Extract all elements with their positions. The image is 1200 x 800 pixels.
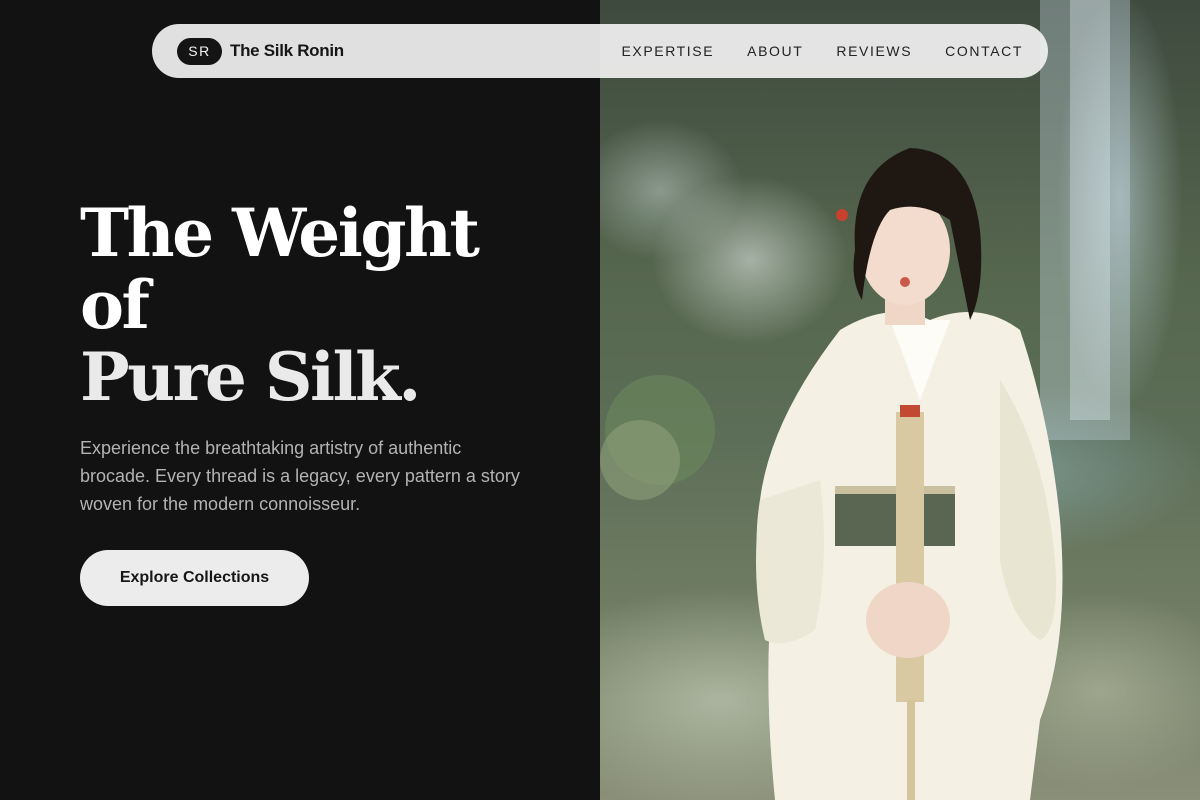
- nav-link-reviews[interactable]: REVIEWS: [836, 43, 912, 59]
- hero-headline: The Weight of Pure Silk.: [80, 197, 550, 413]
- kimono-woman-illustration: [600, 0, 1130, 800]
- top-navbar: SR The Silk Ronin EXPERTISE ABOUT REVIEW…: [152, 24, 1048, 78]
- hero-photo: [600, 0, 1200, 800]
- brand[interactable]: SR The Silk Ronin: [177, 37, 344, 65]
- headline-line: Pure Silk.: [80, 338, 421, 416]
- nav-link-expertise[interactable]: EXPERTISE: [621, 43, 714, 59]
- hero-description: Experience the breathtaking artistry of …: [80, 438, 520, 514]
- headline-line: of: [80, 266, 150, 344]
- nav-link-about[interactable]: ABOUT: [747, 43, 803, 59]
- nav-link-contact[interactable]: CONTACT: [945, 43, 1023, 59]
- brand-name: The Silk Ronin: [230, 41, 344, 60]
- headline-line: The Weight: [80, 194, 480, 272]
- nav-links: EXPERTISE ABOUT REVIEWS CONTACT: [621, 43, 1023, 59]
- explore-collections-button[interactable]: Explore Collections: [80, 550, 309, 606]
- brand-logo-badge: SR: [177, 37, 222, 65]
